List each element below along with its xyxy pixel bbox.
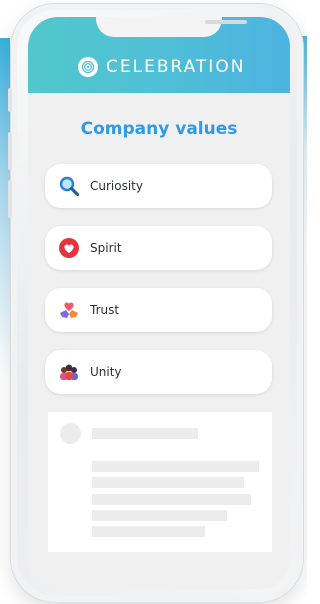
magnifying-glass-icon	[58, 175, 80, 197]
value-label: Unity	[90, 365, 122, 379]
placeholder-avatar	[60, 423, 81, 444]
heart-icon	[58, 237, 80, 259]
phone-speaker	[205, 20, 247, 24]
placeholder-title-line	[92, 428, 198, 439]
group-people-icon	[58, 361, 80, 383]
brand: CELEBRATION	[78, 55, 245, 79]
phone-notch	[96, 17, 247, 37]
loading-placeholder-card	[48, 412, 272, 552]
value-label: Trust	[90, 303, 120, 317]
page: CELEBRATION Company values Curiosity Spi…	[0, 0, 307, 604]
value-item-unity[interactable]: Unity	[45, 350, 272, 394]
brand-name: CELEBRATION	[106, 57, 246, 77]
phone-volume-down-button	[8, 180, 12, 218]
value-label: Spirit	[90, 241, 122, 255]
hands-heart-icon	[58, 299, 80, 321]
fingerprint-icon	[78, 57, 98, 77]
placeholder-line	[92, 510, 227, 521]
value-label: Curiosity	[90, 179, 143, 193]
phone-screen: CELEBRATION Company values Curiosity Spi…	[28, 17, 290, 589]
app-header: CELEBRATION	[28, 17, 290, 93]
value-item-trust[interactable]: Trust	[45, 288, 272, 332]
phone-volume-up-button	[8, 132, 12, 170]
placeholder-line	[92, 477, 244, 488]
placeholder-line	[92, 526, 205, 537]
phone-side-button	[8, 88, 12, 112]
value-item-curiosity[interactable]: Curiosity	[45, 164, 272, 208]
background-left-accent	[0, 38, 10, 598]
placeholder-line	[92, 494, 251, 505]
page-title: Company values	[80, 119, 238, 139]
value-item-spirit[interactable]: Spirit	[45, 226, 272, 270]
placeholder-line	[92, 461, 259, 472]
